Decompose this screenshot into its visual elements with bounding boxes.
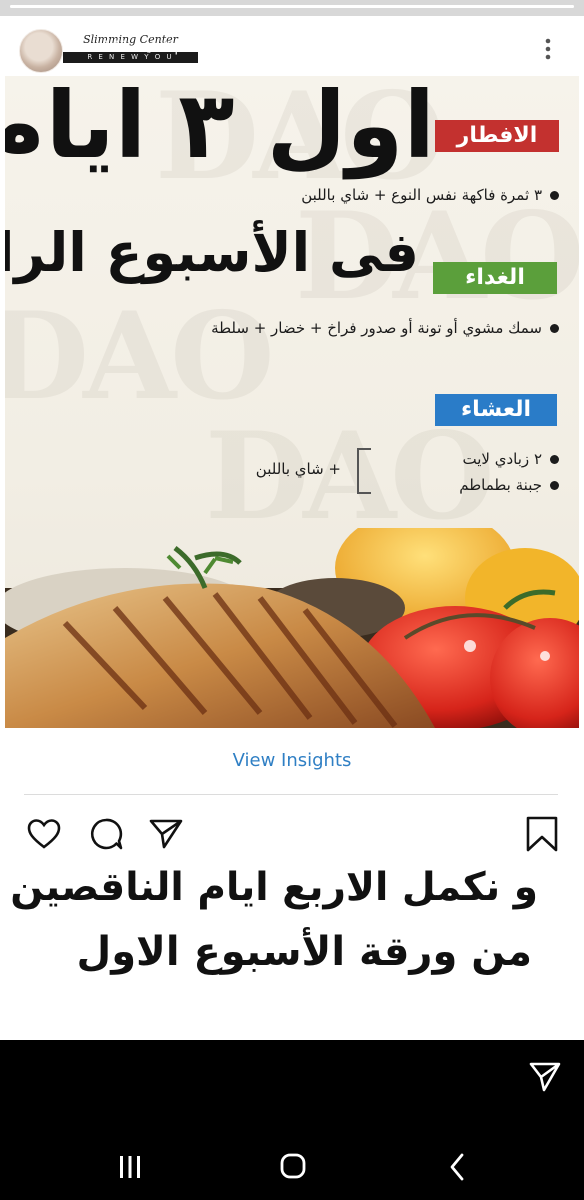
home-icon[interactable] [275, 1150, 311, 1184]
story-top-edge [0, 0, 584, 16]
story-frame: Slimming Center R E N E W Y O U نظام الد… [0, 0, 584, 1040]
dinner-tag: العشاء [435, 394, 557, 426]
bookmark-icon[interactable] [524, 816, 560, 852]
heart-icon[interactable] [26, 816, 62, 852]
lunch-item-text: سمك مشوي أو تونة أو صدور فراخ + خضار + س… [211, 319, 542, 337]
bullet-dot [550, 455, 559, 464]
breakfast-item-text: ٣ ثمرة فاكهة نفس النوع + شاي باللبن [301, 186, 542, 204]
story-caption-line: و نكمل الاربع ايام الناقصين [10, 865, 538, 910]
recent-apps-icon[interactable] [112, 1150, 148, 1184]
dinner-item: ٢ زبادي لايت [463, 450, 559, 468]
story-username[interactable]: نظام الدايت 141 w [96, 39, 219, 55]
dinner-side-note: + شاي باللبن [255, 460, 341, 478]
story-progress-fill [10, 5, 574, 8]
bullet-dot [550, 191, 559, 200]
comment-icon[interactable] [88, 816, 124, 852]
poster-watermark: DAO [205, 406, 495, 547]
lunch-tag: الغداء [433, 262, 557, 294]
poster-subtitle: فى الأسبوع الرابع [5, 221, 419, 284]
send-message-icon[interactable] [528, 1060, 562, 1094]
username-text: نظام الدايت [133, 39, 203, 55]
dinner-item-text: ٢ زبادي لايت [462, 450, 542, 468]
dinner-item: جبنة بطماطم [459, 476, 559, 494]
more-options-icon[interactable] [543, 37, 553, 61]
diet-poster-image: DAO DAO DAO DAO اول ٣ ايام فى الأسبوع ال… [5, 76, 579, 728]
bullet-dot [550, 324, 559, 333]
lunch-item: سمك مشوي أو تونة أو صدور فراخ + خضار + س… [211, 319, 559, 337]
profile-avatar[interactable] [19, 29, 63, 73]
send-icon[interactable] [148, 816, 184, 852]
bullet-dot [550, 481, 559, 490]
grilled-fish-food-photo [5, 528, 579, 728]
dinner-item-text: جبنة بطماطم [459, 476, 542, 494]
story-progress-bar [10, 5, 574, 8]
divider [24, 794, 558, 795]
story-caption-line: من ورقة الأسبوع الاول [76, 929, 532, 975]
breakfast-item: ٣ ثمرة فاكهة نفس النوع + شاي باللبن [301, 186, 559, 204]
bracket-mark [357, 448, 371, 494]
breakfast-tag: الافطار [435, 120, 559, 152]
view-insights-link[interactable]: View Insights [0, 750, 584, 771]
back-icon[interactable] [440, 1150, 476, 1184]
poster-title: اول ٣ ايام [5, 76, 435, 179]
